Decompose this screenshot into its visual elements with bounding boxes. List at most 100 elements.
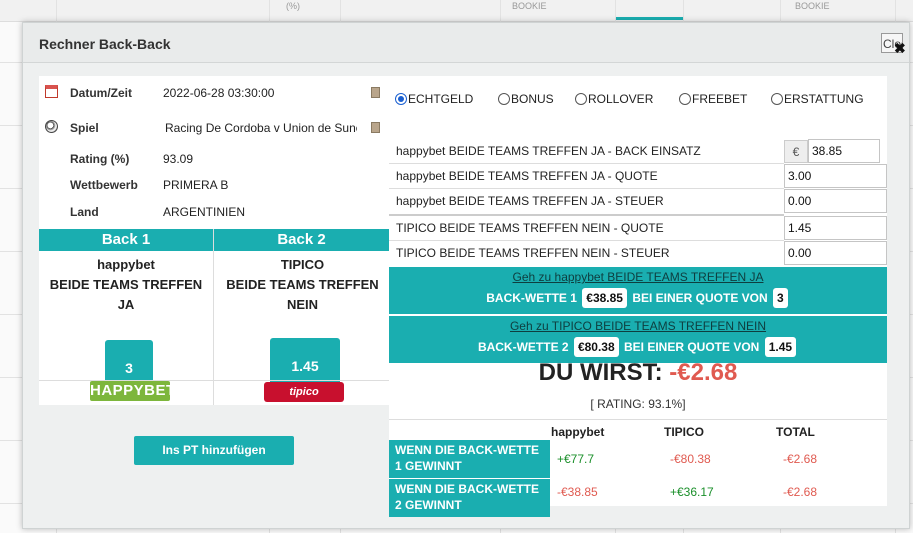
- radio-label: ECHTGELD: [408, 92, 474, 106]
- back1-tax-label: happybet BEIDE TEAMS TREFFEN JA - STEUER: [396, 194, 664, 208]
- back2-odds-row: TIPICO BEIDE TEAMS TREFFEN NEIN - QUOTE: [389, 216, 887, 240]
- back1-instruction: Geh zu happybet BEIDE TEAMS TREFFEN JA B…: [389, 267, 887, 314]
- radio-erstattung[interactable]: ERSTATTUNG: [771, 92, 864, 106]
- background-header-text: (%): [286, 1, 300, 11]
- back1-stake-input[interactable]: [808, 139, 880, 163]
- rating-value: 93.09: [163, 152, 194, 166]
- copy-icon[interactable]: [371, 87, 380, 98]
- back2-bookie: TIPICO: [280, 257, 325, 272]
- date-label: Datum/Zeit: [70, 86, 133, 100]
- results-cell: -€2.68: [783, 485, 818, 499]
- radio-dot[interactable]: [771, 93, 783, 105]
- back1-stake-label: happybet BEIDE TEAMS TREFFEN JA - BACK E…: [396, 144, 701, 158]
- back2-tax-label: TIPICO BEIDE TEAMS TREFFEN NEIN - STEUER: [396, 246, 670, 260]
- results-cell: -€38.85: [557, 485, 598, 499]
- results-row-label: WENN DIE BACK-WETTE 2 GEWINNT: [389, 479, 550, 517]
- back1-tax-row: happybet BEIDE TEAMS TREFFEN JA - STEUER: [389, 189, 887, 213]
- game-value: Racing De Cordoba v Union de Sunchales: [165, 121, 357, 135]
- radio-label: BONUS: [511, 92, 554, 106]
- background-header-text: BOOKIE: [512, 1, 547, 11]
- event-info-panel: Datum/Zeit 2022-06-28 03:30:00 Spiel Rac…: [39, 76, 389, 405]
- radio-label: ERSTATTUNG: [784, 92, 864, 106]
- back1-stake-pill: €38.85: [582, 288, 627, 308]
- back2-instruction-prefix: BACK-WETTE 2: [477, 340, 569, 354]
- radio-echtgeld[interactable]: ECHTGELD: [395, 92, 473, 106]
- info-row-game: Spiel Racing De Cordoba v Union de Sunch…: [39, 116, 389, 140]
- calendar-icon: [45, 85, 58, 98]
- results-header-tipico: TIPICO: [664, 425, 705, 439]
- calculator-modal: Rechner Back-Back Close ✖ Datum/Zeit 202…: [22, 22, 910, 529]
- radio-dot[interactable]: [498, 93, 510, 105]
- calculator-panel: ECHTGELD BONUS ROLLOVER FREEBET ERSTATTU…: [389, 76, 887, 517]
- back2-tax-row: TIPICO BEIDE TEAMS TREFFEN NEIN - STEUER: [389, 241, 887, 265]
- competition-label: Wettbewerb: [70, 178, 138, 192]
- close-icon[interactable]: ✖: [894, 40, 906, 57]
- bet-type-radio-group: ECHTGELD BONUS ROLLOVER FREEBET ERSTATTU…: [389, 92, 887, 110]
- competition-value: PRIMERA B: [163, 178, 229, 192]
- back1-bookie: happybet: [97, 257, 155, 272]
- results-cell: +€77.7: [557, 452, 595, 466]
- back1-bookie-link[interactable]: Geh zu happybet BEIDE TEAMS TREFFEN JA: [389, 267, 887, 284]
- back2-instruction-mid: BEI EINER QUOTE VON: [624, 340, 760, 354]
- results-cell: -€80.38: [670, 452, 711, 466]
- back2-instruction-line: BACK-WETTE 2 €80.38 BEI EINER QUOTE VON …: [389, 337, 887, 357]
- background-active-tab: [615, 17, 683, 20]
- football-icon: [45, 120, 58, 133]
- back1-instruction-mid: BEI EINER QUOTE VON: [632, 291, 768, 305]
- back2-stake-pill: €80.38: [573, 337, 619, 357]
- radio-label: ROLLOVER: [588, 92, 654, 106]
- result-rating: [ RATING: 93.1%]: [590, 397, 686, 411]
- add-to-pt-button[interactable]: Ins PT hinzufügen: [134, 436, 294, 465]
- game-label: Spiel: [70, 121, 99, 135]
- radio-dot[interactable]: [679, 93, 691, 105]
- info-row-country: Land ARGENTINIEN: [39, 200, 389, 224]
- back2-tax-input[interactable]: [784, 241, 887, 265]
- back1-odds-row: happybet BEIDE TEAMS TREFFEN JA - QUOTE: [389, 164, 887, 188]
- results-cell: +€36.17: [670, 485, 714, 499]
- back2-header: Back 2: [214, 229, 389, 251]
- results-header-happybet: happybet: [551, 425, 605, 439]
- info-row-competition: Wettbewerb PRIMERA B: [39, 173, 389, 197]
- results-header-total: TOTAL: [776, 425, 815, 439]
- back1-instruction-line: BACK-WETTE 1 €38.85 BEI EINER QUOTE VON …: [389, 288, 887, 308]
- result-amount: -€2.68: [669, 359, 738, 386]
- back2-instruction: Geh zu TIPICO BEIDE TEAMS TREFFEN NEIN B…: [389, 316, 887, 363]
- copy-icon[interactable]: [371, 122, 380, 133]
- back1-stake-row: happybet BEIDE TEAMS TREFFEN JA - BACK E…: [389, 139, 887, 163]
- radio-bonus[interactable]: BONUS: [498, 92, 554, 106]
- back2-market: BEIDE TEAMS TREFFEN NEIN: [226, 277, 379, 312]
- info-row-rating: Rating (%) 93.09: [39, 147, 389, 171]
- back1-odds-input[interactable]: [784, 164, 887, 188]
- tipico-logo[interactable]: tipico: [264, 382, 344, 402]
- back2-bookie-link[interactable]: Geh zu TIPICO BEIDE TEAMS TREFFEN NEIN: [389, 316, 887, 333]
- background-header-text: BOOKIE: [795, 1, 830, 11]
- rating-label: Rating (%): [70, 152, 130, 166]
- country-value: ARGENTINIEN: [163, 205, 246, 219]
- results-cell: -€2.68: [783, 452, 818, 466]
- country-label: Land: [70, 205, 99, 219]
- euro-prefix: €: [784, 140, 808, 163]
- radio-dot[interactable]: [395, 93, 407, 105]
- radio-dot[interactable]: [575, 93, 587, 105]
- background-header: (%) BOOKIE BOOKIE: [0, 0, 913, 22]
- radio-rollover[interactable]: ROLLOVER: [575, 92, 653, 106]
- back2-odds-input[interactable]: [784, 216, 887, 240]
- happybet-logo[interactable]: HAPPYBET: [90, 381, 175, 401]
- results-row-label: WENN DIE BACK-WETTE 1 GEWINNT: [389, 440, 550, 478]
- result-label: DU WIRST:: [538, 359, 663, 386]
- back1-odds-pill: 3: [773, 288, 788, 308]
- modal-title: Rechner Back-Back: [39, 36, 171, 52]
- radio-label: FREEBET: [692, 92, 748, 106]
- date-value: 2022-06-28 03:30:00: [163, 86, 275, 100]
- back2-odds-label: TIPICO BEIDE TEAMS TREFFEN NEIN - QUOTE: [396, 221, 664, 235]
- back1-market: BEIDE TEAMS TREFFEN JA: [49, 277, 203, 312]
- modal-header: Rechner Back-Back Close ✖: [23, 23, 909, 63]
- results-divider: [389, 419, 887, 420]
- back1-instruction-prefix: BACK-WETTE 1: [486, 291, 577, 305]
- info-row-date: Datum/Zeit 2022-06-28 03:30:00: [39, 81, 389, 105]
- back1-odds-label: happybet BEIDE TEAMS TREFFEN JA - QUOTE: [396, 169, 658, 183]
- radio-freebet[interactable]: FREEBET: [679, 92, 747, 106]
- back1-tax-input[interactable]: [784, 189, 887, 213]
- result-summary: DU WIRST: -€2.68: [389, 359, 887, 387]
- back1-header: Back 1: [39, 229, 213, 251]
